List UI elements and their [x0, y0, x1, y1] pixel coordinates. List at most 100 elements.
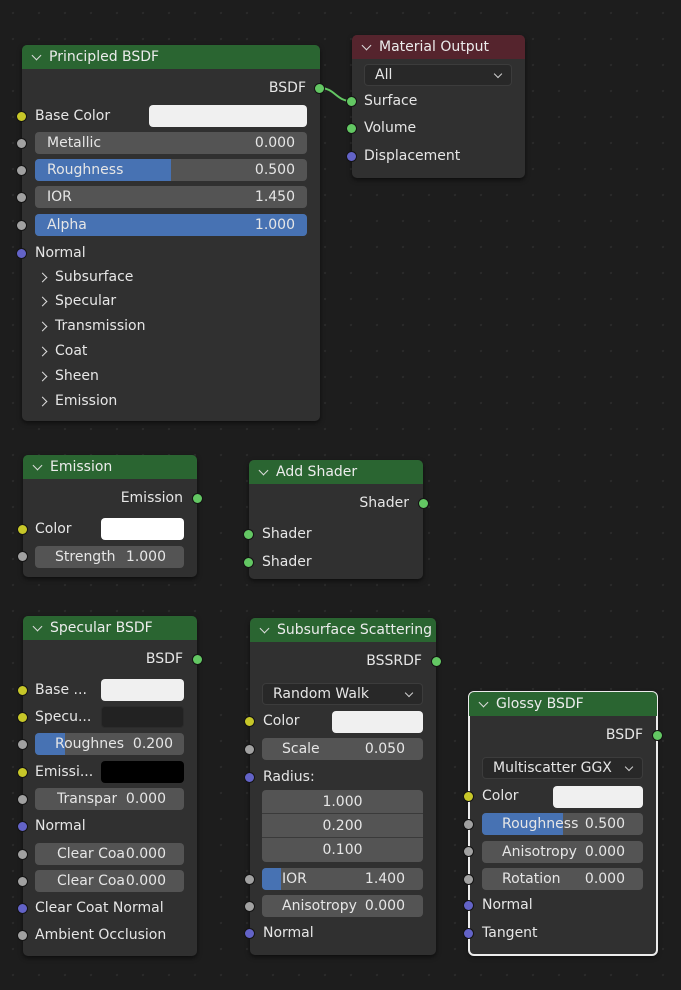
input-socket-roughness[interactable] — [17, 166, 26, 175]
panel-specular[interactable]: Specular — [37, 293, 116, 309]
input-label-color: Color — [263, 713, 300, 729]
emission-node[interactable]: Emission Emission Color Strength 1.000 — [18, 455, 202, 577]
input-socket-shader-1[interactable] — [244, 530, 253, 539]
material-output-node[interactable]: Material Output All Surface Volume Displ… — [347, 35, 525, 178]
input-socket-specular[interactable] — [18, 713, 27, 722]
input-socket-ior[interactable] — [245, 875, 254, 884]
subsurface-scattering-node[interactable]: Subsurface Scattering BSSRDF Random Walk… — [245, 618, 441, 955]
base-color-swatch[interactable] — [149, 105, 307, 127]
input-socket-scale[interactable] — [245, 745, 254, 754]
add-shader-header[interactable]: Add Shader — [249, 460, 423, 484]
glossy-bsdf-header[interactable]: Glossy BSDF — [469, 692, 657, 716]
emission-header[interactable]: Emission — [23, 455, 197, 479]
distribution-dropdown[interactable]: Multiscatter GGX — [482, 757, 643, 779]
input-socket-color[interactable] — [245, 717, 254, 726]
output-socket-shader[interactable] — [419, 499, 428, 508]
ior-slider[interactable]: IOR 1.400 — [262, 868, 423, 890]
input-socket-normal[interactable] — [17, 249, 26, 258]
glossy-bsdf-node[interactable]: Glossy BSDF BSDF Multiscatter GGX Color … — [464, 691, 662, 956]
ior-field[interactable]: IOR 1.450 — [35, 186, 307, 208]
input-socket-metallic[interactable] — [17, 139, 26, 148]
collapse-chevron-icon[interactable] — [32, 460, 43, 470]
panel-emission[interactable]: Emission — [37, 393, 117, 409]
anisotropy-field[interactable]: Anisotropy 0.000 — [262, 895, 423, 917]
clear-coat-field[interactable]: Clear Coa 0.000 — [35, 843, 184, 865]
output-socket-bsdf[interactable] — [193, 655, 202, 664]
input-socket-rotation[interactable] — [464, 875, 473, 884]
glossy-color-swatch[interactable] — [553, 786, 643, 808]
collapse-chevron-icon[interactable] — [32, 621, 43, 631]
input-socket-base-color[interactable] — [17, 112, 26, 121]
output-socket-bsdf[interactable] — [653, 731, 662, 740]
input-socket-ior[interactable] — [17, 193, 26, 202]
target-dropdown[interactable]: All — [364, 64, 512, 86]
roughness-slider[interactable]: Roughness 0.500 — [482, 813, 643, 835]
output-socket-emission[interactable] — [193, 494, 202, 503]
input-socket-clear-coat[interactable] — [18, 850, 27, 859]
specular-bsdf-header[interactable]: Specular BSDF — [23, 616, 197, 640]
add-shader-node[interactable]: Add Shader Shader Shader Shader — [244, 460, 428, 579]
output-socket-bssrdf[interactable] — [432, 657, 441, 666]
input-socket-roughness[interactable] — [464, 820, 473, 829]
input-socket-clear-coat-normal[interactable] — [18, 904, 27, 913]
input-socket-shader-2[interactable] — [244, 558, 253, 567]
input-socket-anisotropy[interactable] — [245, 902, 254, 911]
base-color-swatch[interactable] — [101, 679, 184, 701]
input-socket-base-color[interactable] — [18, 686, 27, 695]
method-dropdown[interactable]: Random Walk — [262, 683, 423, 705]
roughness-slider[interactable]: Roughnes 0.200 — [35, 733, 184, 755]
specular-bsdf-node[interactable]: Specular BSDF BSDF Base ... Specu... Rou… — [18, 616, 202, 956]
panel-subsurface[interactable]: Subsurface — [37, 269, 133, 285]
principled-bsdf-header[interactable]: Principled BSDF — [22, 45, 320, 69]
input-label-emissive: Emissi... — [35, 764, 94, 780]
input-socket-anisotropy[interactable] — [464, 847, 473, 856]
input-socket-alpha[interactable] — [17, 221, 26, 230]
metallic-slider[interactable]: Metallic 0.000 — [35, 132, 307, 154]
specular-color-swatch[interactable] — [101, 706, 184, 728]
collapse-chevron-icon[interactable] — [31, 50, 42, 60]
subsurface-color-swatch[interactable] — [332, 711, 423, 733]
input-socket-ambient-occlusion[interactable] — [18, 931, 27, 940]
material-output-header[interactable]: Material Output — [352, 35, 525, 59]
radius-z-field[interactable]: 0.100 — [262, 838, 423, 862]
collapse-chevron-icon[interactable] — [259, 623, 270, 633]
radius-vector[interactable]: 1.000 0.200 0.100 — [262, 790, 423, 862]
input-socket-normal[interactable] — [464, 901, 473, 910]
input-socket-clear-coat-roughness[interactable] — [18, 877, 27, 886]
scale-field[interactable]: Scale 0.050 — [262, 738, 423, 760]
input-socket-color[interactable] — [464, 792, 473, 801]
input-socket-surface[interactable] — [347, 97, 356, 106]
radius-x-field[interactable]: 1.000 — [262, 790, 423, 814]
input-socket-normal[interactable] — [245, 929, 254, 938]
input-socket-transparency[interactable] — [18, 795, 27, 804]
panel-coat[interactable]: Coat — [37, 343, 87, 359]
alpha-slider[interactable]: Alpha 1.000 — [35, 214, 307, 236]
output-socket-bsdf[interactable] — [315, 84, 324, 93]
rotation-field[interactable]: Rotation 0.000 — [482, 868, 643, 890]
anisotropy-field[interactable]: Anisotropy 0.000 — [482, 841, 643, 863]
principled-bsdf-node[interactable]: Principled BSDF BSDF Base Color Metallic… — [17, 45, 324, 421]
roughness-slider[interactable]: Roughness 0.500 — [35, 159, 307, 181]
radius-y-field[interactable]: 0.200 — [262, 814, 423, 838]
input-socket-volume[interactable] — [347, 124, 356, 133]
strength-field[interactable]: Strength 1.000 — [35, 546, 184, 568]
input-socket-color[interactable] — [18, 525, 27, 534]
panel-transmission[interactable]: Transmission — [37, 318, 145, 334]
emissive-color-swatch[interactable] — [101, 761, 184, 783]
input-socket-radius[interactable] — [245, 773, 254, 782]
input-socket-strength[interactable] — [18, 552, 27, 561]
input-socket-tangent[interactable] — [464, 929, 473, 938]
input-socket-emissive[interactable] — [18, 768, 27, 777]
transparency-field[interactable]: Transpar 0.000 — [35, 788, 184, 810]
field-value: 0.050 — [364, 741, 405, 757]
panel-sheen[interactable]: Sheen — [37, 368, 99, 384]
collapse-chevron-icon[interactable] — [478, 697, 489, 707]
input-socket-displacement[interactable] — [347, 152, 356, 161]
collapse-chevron-icon[interactable] — [361, 40, 372, 50]
collapse-chevron-icon[interactable] — [258, 465, 269, 475]
input-socket-roughness[interactable] — [18, 740, 27, 749]
clear-coat-roughness-field[interactable]: Clear Coa 0.000 — [35, 870, 184, 892]
input-socket-normal[interactable] — [18, 822, 27, 831]
subsurface-scattering-header[interactable]: Subsurface Scattering — [250, 618, 436, 642]
emission-color-swatch[interactable] — [101, 518, 184, 540]
